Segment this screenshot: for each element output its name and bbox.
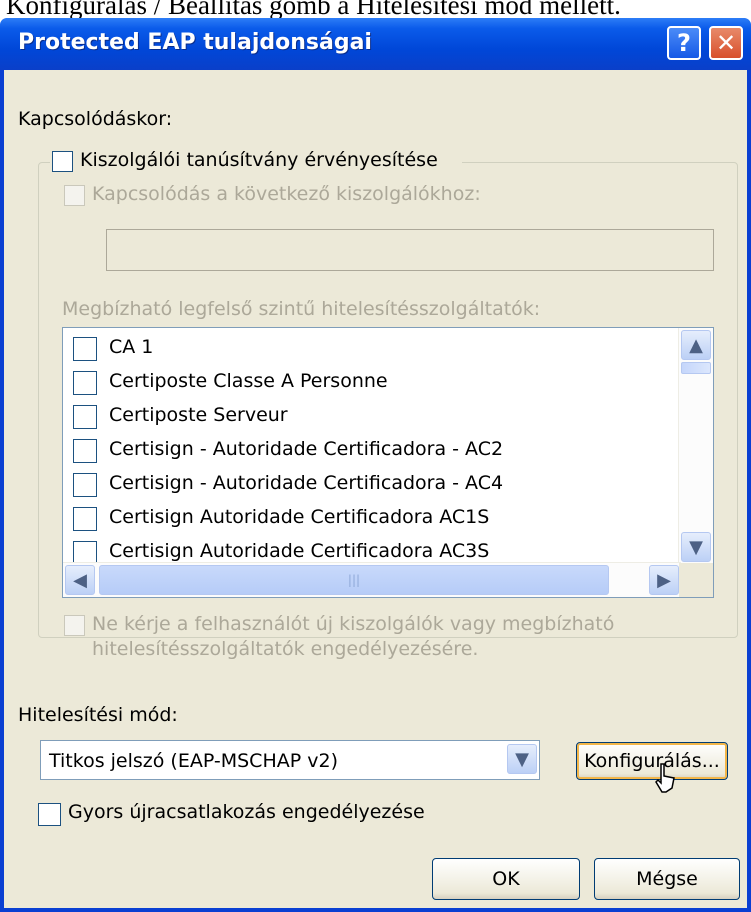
no-prompt-checkbox[interactable] xyxy=(64,615,85,636)
ca-checkbox[interactable] xyxy=(73,405,97,429)
ca-checkbox[interactable] xyxy=(73,507,97,531)
dialog-body: Kapcsolódáskor: Kiszolgálói tanúsítvány … xyxy=(4,70,747,908)
auth-method-value: Titkos jelszó (EAP-MSCHAP v2) xyxy=(49,750,338,772)
ca-name: Certisign Autoridade Certificadora AC1S xyxy=(109,506,490,528)
scroll-right-button[interactable]: ▶ xyxy=(649,565,679,595)
ca-name: CA 1 xyxy=(109,336,154,358)
ca-name: Certisign - Autoridade Certificadora - A… xyxy=(109,438,504,460)
list-item[interactable]: Certiposte Serveur xyxy=(71,400,671,434)
vertical-scroll-thumb[interactable] xyxy=(681,362,711,374)
horizontal-scroll-thumb[interactable]: ||| xyxy=(99,565,609,595)
ok-button[interactable]: OK xyxy=(432,858,580,900)
mouse-cursor-icon xyxy=(655,763,675,793)
horizontal-scrollbar[interactable]: ◀ ||| ▶ xyxy=(63,562,681,597)
list-item[interactable]: Certisign - Autoridade Certificadora - A… xyxy=(71,434,671,468)
caption-text: Konfigurálás / Beállítás gomb a Hitelesí… xyxy=(6,0,621,20)
ca-checkbox[interactable] xyxy=(73,371,97,395)
list-item[interactable]: Certisign - Autoridade Certificadora - A… xyxy=(71,468,671,502)
scroll-left-button[interactable]: ◀ xyxy=(65,565,95,595)
group-header: Kiszolgálói tanúsítvány érvényesítése xyxy=(50,148,462,176)
title-bar[interactable]: Protected EAP tulajdonságai ? ✕ xyxy=(0,18,751,70)
connect-servers-checkbox[interactable] xyxy=(64,185,85,206)
list-item[interactable]: CA 1 xyxy=(71,332,671,366)
ca-checkbox[interactable] xyxy=(73,439,97,463)
trusted-ca-list[interactable]: CA 1 Certiposte Classe A Personne Certip… xyxy=(62,327,714,598)
fast-reconnect-label: Gyors újracsatlakozás engedélyezése xyxy=(68,801,425,823)
window-title: Protected EAP tulajdonságai xyxy=(18,30,372,55)
scroll-corner xyxy=(679,563,713,597)
ca-name: Certiposte Serveur xyxy=(109,404,288,426)
validate-cert-checkbox[interactable] xyxy=(52,151,73,172)
configure-button[interactable]: Konfigurálás... xyxy=(576,742,728,780)
list-item[interactable]: Certiposte Classe A Personne xyxy=(71,366,671,400)
help-button[interactable]: ? xyxy=(667,26,701,60)
dialog-window: Protected EAP tulajdonságai ? ✕ Kapcsoló… xyxy=(0,18,751,912)
ca-checkbox[interactable] xyxy=(73,337,97,361)
scroll-grip: ||| xyxy=(347,573,361,587)
ca-name: Certisign Autoridade Certificadora AC3S xyxy=(109,540,490,562)
auth-method-select[interactable]: Titkos jelszó (EAP-MSCHAP v2) ▼ xyxy=(40,740,540,780)
connect-label: Kapcsolódáskor: xyxy=(18,108,173,130)
ca-checkbox[interactable] xyxy=(73,473,97,497)
no-prompt-label-line2: hitelesítésszolgáltatók engedélyezésére. xyxy=(92,638,479,660)
fast-reconnect-checkbox[interactable] xyxy=(38,803,61,826)
chevron-down-icon[interactable]: ▼ xyxy=(507,744,537,774)
no-prompt-label-line1: Ne kérje a felhasználót új kiszolgálók v… xyxy=(92,613,615,635)
validate-cert-label: Kiszolgálói tanúsítvány érvényesítése xyxy=(80,149,438,171)
auth-method-label: Hitelesítési mód: xyxy=(18,704,178,726)
connect-servers-label: Kapcsolódás a következő kiszolgálókhoz: xyxy=(92,183,481,205)
vertical-scrollbar[interactable]: ▲ ▼ xyxy=(678,328,713,564)
trusted-ca-label: Megbízható legfelső szintű hitelesítéssz… xyxy=(62,298,541,320)
scroll-up-button[interactable]: ▲ xyxy=(681,330,711,360)
cancel-button[interactable]: Mégse xyxy=(594,858,740,900)
ca-name: Certisign - Autoridade Certificadora - A… xyxy=(109,472,504,494)
scroll-down-button[interactable]: ▼ xyxy=(681,532,711,562)
list-item[interactable]: Certisign Autoridade Certificadora AC1S xyxy=(71,502,671,536)
ca-name: Certiposte Classe A Personne xyxy=(109,370,388,392)
close-button[interactable]: ✕ xyxy=(709,26,743,60)
servers-input[interactable] xyxy=(106,229,714,271)
